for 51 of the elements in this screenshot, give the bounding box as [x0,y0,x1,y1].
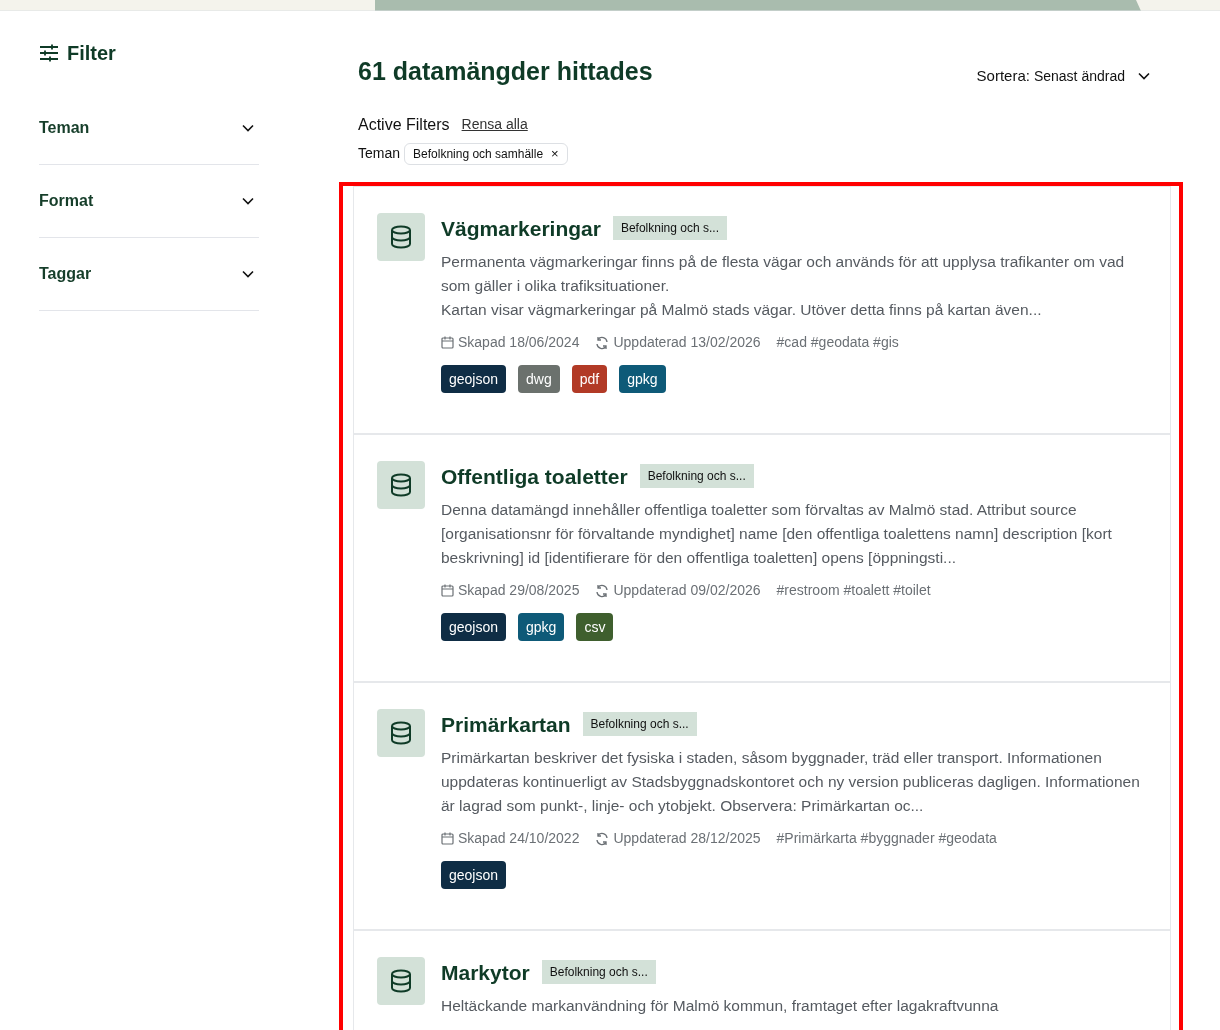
created-date: Skapad 18/06/2024 [458,333,580,352]
database-icon [377,708,425,757]
filter-group-toggle[interactable]: Format [39,165,259,238]
format-badge: dwg [518,365,560,393]
filter-title: Filter [67,41,116,66]
dataset-title[interactable]: Markytor [441,956,530,988]
updated-date: Uppdaterad 09/02/2026 [613,581,761,600]
format-badge: csv [576,613,614,641]
dataset-tags: #restroom #toalett #toilet [776,580,931,601]
format-badge: gpkg [518,613,565,641]
refresh-icon [595,583,610,598]
dataset-tags: #Primärkarta #byggnader #geodata [776,828,997,849]
dataset-title[interactable]: Offentliga toaletter [441,460,628,492]
dataset-tags: #cad #geodata #gis [776,332,899,353]
theme-badge: Befolkning och s... [582,712,697,737]
database-icon [377,212,425,261]
dataset-description: Denna datamängd innehåller offentliga toaletter som förvaltas av Malmö stad. Attribut source [organisationsnr för förvaltande myndighet] name [den offentliga toalettens namn] description [kort beskrivning] id [identifierare för den offentliga toaletten] opens [öppningsti... [441,500,1113,568]
updated-date: Uppdaterad 13/02/2026 [613,333,761,352]
format-badge: geojson [441,861,507,889]
results-heading: 61 datamängder hittades [358,56,653,87]
format-badge: pdf [571,365,608,393]
filter-group-label: Teman [358,144,401,163]
calendar-icon [441,336,454,349]
filter-group-toggle[interactable]: Taggar [39,238,259,311]
dataset-description: Permanenta vägmarkeringar finns på de flesta vägar och används för att upplysa trafikanter om vad som gäller i olika trafiksituationer. [441,252,1126,296]
calendar-icon [441,584,454,597]
calendar-icon [441,832,454,845]
dataset-description: Heltäckande markanvändning för Malmö kommun, framtaget efter lagakraftvunna [441,996,1000,1016]
database-icon [377,956,425,1005]
refresh-icon [595,335,610,350]
created-date: Skapad 24/10/2022 [458,829,580,848]
database-icon [377,460,425,509]
clear-all-link[interactable]: Rensa alla [461,114,528,135]
format-badge: geojson [441,613,507,641]
refresh-icon [595,831,610,846]
dataset-title[interactable]: Vägmarkeringar [441,212,601,244]
dataset-description: Kartan visar vägmarkeringar på Malmö stads vägar. Utöver detta finns på kartan även... [441,300,1043,320]
theme-badge: Befolkning och s... [639,464,754,489]
sliders-icon [39,44,59,62]
filter-chip[interactable]: Befolkning och samhälle × [404,142,568,165]
sort-dropdown[interactable]: Sortera: Senast ändrad [976,65,1151,88]
theme-badge: Befolkning och s... [541,960,656,985]
format-badge: gpkg [619,365,666,393]
updated-date: Uppdaterad 28/12/2025 [613,829,761,848]
created-date: Skapad 29/08/2025 [458,581,580,600]
dataset-title[interactable]: Primärkartan [441,708,571,740]
filter-group-toggle[interactable]: Teman [39,92,259,165]
active-filters-label: Active Filters [358,114,450,135]
format-badge: geojson [441,365,507,393]
dataset-description: Primärkartan beskriver det fysiska i staden, såsom byggnader, träd eller transport. Informationen uppdateras kontinuerligt av Stadsbyggnadskontoret och ny version publiceras dagligen. Informationen är lagrad som punkt-, linje- och ytobjekt. Observera: Primärkartan oc... [441,748,1141,816]
theme-badge: Befolkning och s... [612,216,727,241]
